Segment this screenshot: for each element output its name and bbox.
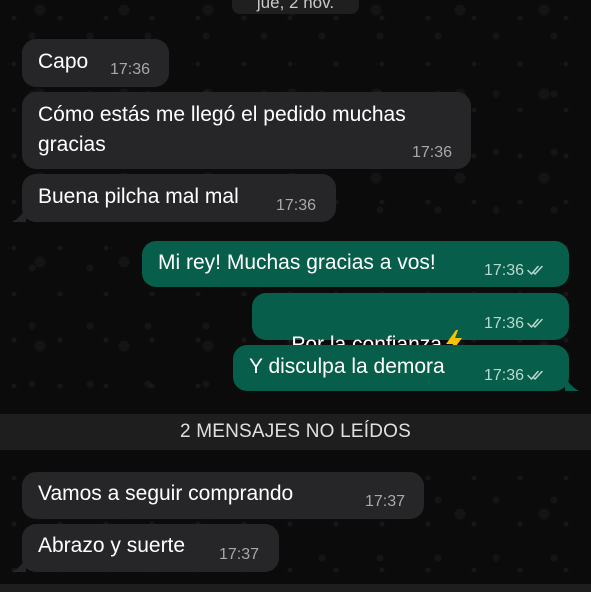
message-bubble-incoming[interactable]: Capo 17:36 <box>22 39 169 87</box>
bubble-tail-icon <box>565 377 579 391</box>
bottom-divider <box>0 584 591 592</box>
message-text: Cómo estás me llegó el pedido muchas gra… <box>38 103 406 156</box>
message-text: Mi rey! Muchas gracias a vos! <box>158 251 436 274</box>
double-check-icon <box>527 370 543 380</box>
message-bubble-outgoing[interactable]: Mi rey! Muchas gracias a vos! 17:36 <box>142 241 569 287</box>
date-chip: jue, 2 nov. <box>232 0 359 14</box>
message-text: Vamos a seguir comprando <box>38 482 294 505</box>
message-time: 17:37 <box>219 546 260 563</box>
message-bubble-incoming[interactable]: Vamos a seguir comprando 17:37 <box>22 472 424 519</box>
bubble-tail-icon <box>12 558 26 572</box>
message-time: 17:36 <box>110 61 151 78</box>
message-meta: 17:36 <box>484 315 547 333</box>
message-text: Abrazo y suerte <box>38 534 186 557</box>
unread-messages-divider: 2 MENSAJES NO LEÍDOS <box>0 414 591 450</box>
message-bubble-incoming[interactable]: Buena pilcha mal mal 17:36 <box>22 174 336 222</box>
message-time: 17:37 <box>365 493 406 510</box>
double-check-icon <box>527 265 543 275</box>
message-time: 17:36 <box>484 367 525 384</box>
message-time: 17:36 <box>484 262 525 279</box>
message-meta: 17:36 <box>484 367 547 385</box>
message-meta: 17:36 <box>484 262 547 280</box>
bubble-tail-icon <box>12 208 26 222</box>
message-time: 17:36 <box>484 315 525 332</box>
message-bubble-outgoing[interactable]: Por la confianza 17:36 <box>252 293 569 356</box>
message-bubble-incoming[interactable]: Cómo estás me llegó el pedido muchas gra… <box>22 92 471 169</box>
double-check-icon <box>527 318 543 328</box>
message-text: Capo <box>38 50 89 73</box>
message-bubble-outgoing[interactable]: Y disculpa la demora 17:36 <box>233 345 569 391</box>
message-text: Y disculpa la demora <box>249 355 445 378</box>
message-time: 17:36 <box>412 144 453 161</box>
message-time: 17:36 <box>276 197 317 214</box>
message-bubble-incoming[interactable]: Abrazo y suerte 17:37 <box>22 524 279 572</box>
message-text: Buena pilcha mal mal <box>38 185 239 208</box>
